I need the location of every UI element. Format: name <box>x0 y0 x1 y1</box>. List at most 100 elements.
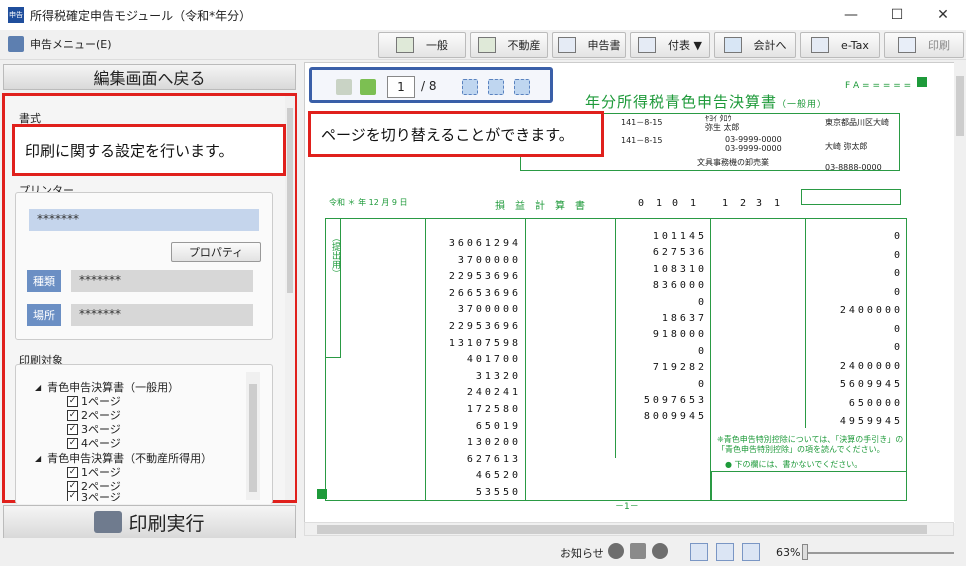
checkbox[interactable]: ✓ <box>67 466 78 478</box>
profit-title: 損 益 計 算 書 <box>495 201 585 212</box>
form-value: 22953696 <box>448 271 521 283</box>
form-value: 627613 <box>466 453 521 465</box>
attachment-icon <box>638 37 657 53</box>
col-divider-1 <box>525 218 526 501</box>
page-total: / 8 <box>421 79 437 93</box>
etax-button[interactable]: e-Tax <box>800 32 880 58</box>
checkbox[interactable]: ✓ <box>67 492 78 501</box>
attachment-dropdown-button[interactable]: 付表 ▼ <box>630 32 710 58</box>
properties-button[interactable]: プロパティ <box>171 242 261 262</box>
form-value: 101145 <box>652 231 707 242</box>
form-value: 65019 <box>475 420 521 432</box>
panel-scrollbar[interactable] <box>285 96 295 500</box>
declaration-form-button[interactable]: 申告書 <box>552 32 626 58</box>
document-title: 年分所得税青色申告決算書（一般用） <box>585 93 828 111</box>
form-value: 22953696 <box>448 321 521 332</box>
place-tag: 場所 <box>27 304 61 326</box>
checkbox[interactable]: ✓ <box>67 423 78 435</box>
fit-height-button[interactable] <box>488 79 504 95</box>
back-to-edit-button[interactable]: 編集画面へ戻る <box>3 64 296 90</box>
execute-print-button[interactable]: 印刷実行 <box>3 505 296 539</box>
form-value: 3700000 <box>457 304 521 316</box>
fit-height-view-icon[interactable] <box>716 543 734 561</box>
general-button[interactable]: 一般 <box>378 32 466 58</box>
app-icon: 申告 <box>8 7 24 23</box>
fit-width-view-icon[interactable] <box>742 543 760 561</box>
form-value: 0 <box>697 345 707 357</box>
form-value: 0 <box>893 268 903 279</box>
form-value: 627536 <box>652 247 707 259</box>
notice-label: お知らせ <box>560 547 604 560</box>
first-page-button[interactable] <box>336 79 352 95</box>
target-list-scrollbar[interactable] <box>246 372 260 500</box>
error-icon[interactable] <box>608 543 624 559</box>
scroll-thumb[interactable] <box>956 76 964 136</box>
col-divider-3 <box>425 218 426 501</box>
fit-width-button[interactable] <box>514 79 530 95</box>
form-value: 719282 <box>652 362 707 374</box>
page-number-input[interactable]: 1 <box>387 76 415 98</box>
zoom-level: 63% <box>776 546 801 559</box>
tree-group-real-estate[interactable]: ◢ 青色申告決算書（不動産所得用） <box>35 450 212 466</box>
next-page-down-button[interactable] <box>360 79 376 95</box>
checkbox[interactable]: ✓ <box>67 395 78 407</box>
form-value: 2400000 <box>839 360 903 372</box>
declaration-menu-label: 申告メニュー(E) <box>30 38 112 51</box>
settings-callout: 印刷に関する設定を行います。 <box>12 124 286 176</box>
minimize-button[interactable]: — <box>828 0 874 30</box>
printer-select[interactable]: ******* <box>29 209 259 231</box>
menu-icon <box>8 36 24 52</box>
phone-1: 03-9999-0000 <box>725 135 782 144</box>
do-not-write-note: ● 下の欄には、書かないでください。 <box>725 460 863 469</box>
submission-label: （提出用） <box>330 233 340 278</box>
zoom-slider-thumb[interactable] <box>802 544 808 560</box>
print-settings-panel: 編集画面へ戻る 書式 プリンター ******* プロパティ 種類 ******… <box>0 62 300 566</box>
form-value: 5609945 <box>839 379 903 390</box>
kind-tag: 種類 <box>27 270 61 292</box>
form-value: 13107598 <box>448 337 521 349</box>
print-preview: F A = = = = = 年分所得税青色申告決算書（一般用） 141－8-15… <box>304 62 955 523</box>
form-value: 0 <box>893 249 903 261</box>
form-value: 26653696 <box>448 287 521 299</box>
form-value: 836000 <box>652 280 707 292</box>
form-value: 0 <box>893 323 903 335</box>
zoom-slider-track[interactable] <box>804 552 954 554</box>
form-value: 108310 <box>652 263 707 275</box>
preview-horizontal-scrollbar[interactable] <box>304 522 954 536</box>
checkbox[interactable]: ✓ <box>67 480 78 492</box>
form-icon <box>557 37 576 53</box>
fa-label: F A = = = = = <box>845 81 912 91</box>
tree-item[interactable]: ✓ 4ページ <box>67 435 121 451</box>
single-page-view-icon[interactable] <box>690 543 708 561</box>
page-navigator: 1 / 8 <box>309 67 553 103</box>
checkbox[interactable]: ✓ <box>67 409 78 421</box>
page-number: －1－ <box>615 502 639 512</box>
period-end-month: 1 2 <box>722 198 750 209</box>
col-divider-5 <box>805 218 806 428</box>
scroll-thumb[interactable] <box>317 525 927 534</box>
tree-item[interactable]: ✓ 3ページ <box>67 492 121 501</box>
maximize-button[interactable]: ☐ <box>874 0 920 30</box>
business-type: 文具事務機の卸売業 <box>697 158 769 167</box>
info-icon[interactable] <box>652 543 668 559</box>
fit-page-button[interactable] <box>462 79 478 95</box>
form-value: 46520 <box>475 470 521 482</box>
to-accounting-button[interactable]: 会計へ <box>714 32 796 58</box>
deduction-note: ❈青色申告特別控除については、「決算の手引き」の「青色申告特別控除」の項を読んで… <box>717 435 904 454</box>
warning-icon[interactable] <box>630 543 646 559</box>
postal-code: 141－8-15 <box>621 118 663 127</box>
preview-vertical-scrollbar[interactable] <box>954 62 966 522</box>
declaration-menu[interactable]: 申告メニュー(E) <box>8 36 112 52</box>
printer-icon <box>94 511 123 533</box>
print-toolbar-button[interactable]: 印刷 <box>884 32 964 58</box>
scroll-thumb[interactable] <box>287 108 293 293</box>
expand-arrow-icon: ◢ <box>35 453 42 463</box>
checkbox[interactable]: ✓ <box>67 437 78 449</box>
form-value: 0 <box>697 296 707 308</box>
agent-phone: 03-8888-0000 <box>825 163 882 172</box>
form-value: 0 <box>893 231 903 242</box>
real-estate-button[interactable]: 不動産 <box>470 32 548 58</box>
scroll-thumb[interactable] <box>249 384 257 492</box>
reiwa-date: 令和 ＊ 年 12 月 9 日 <box>329 198 408 207</box>
close-button[interactable]: ✕ <box>920 0 966 30</box>
